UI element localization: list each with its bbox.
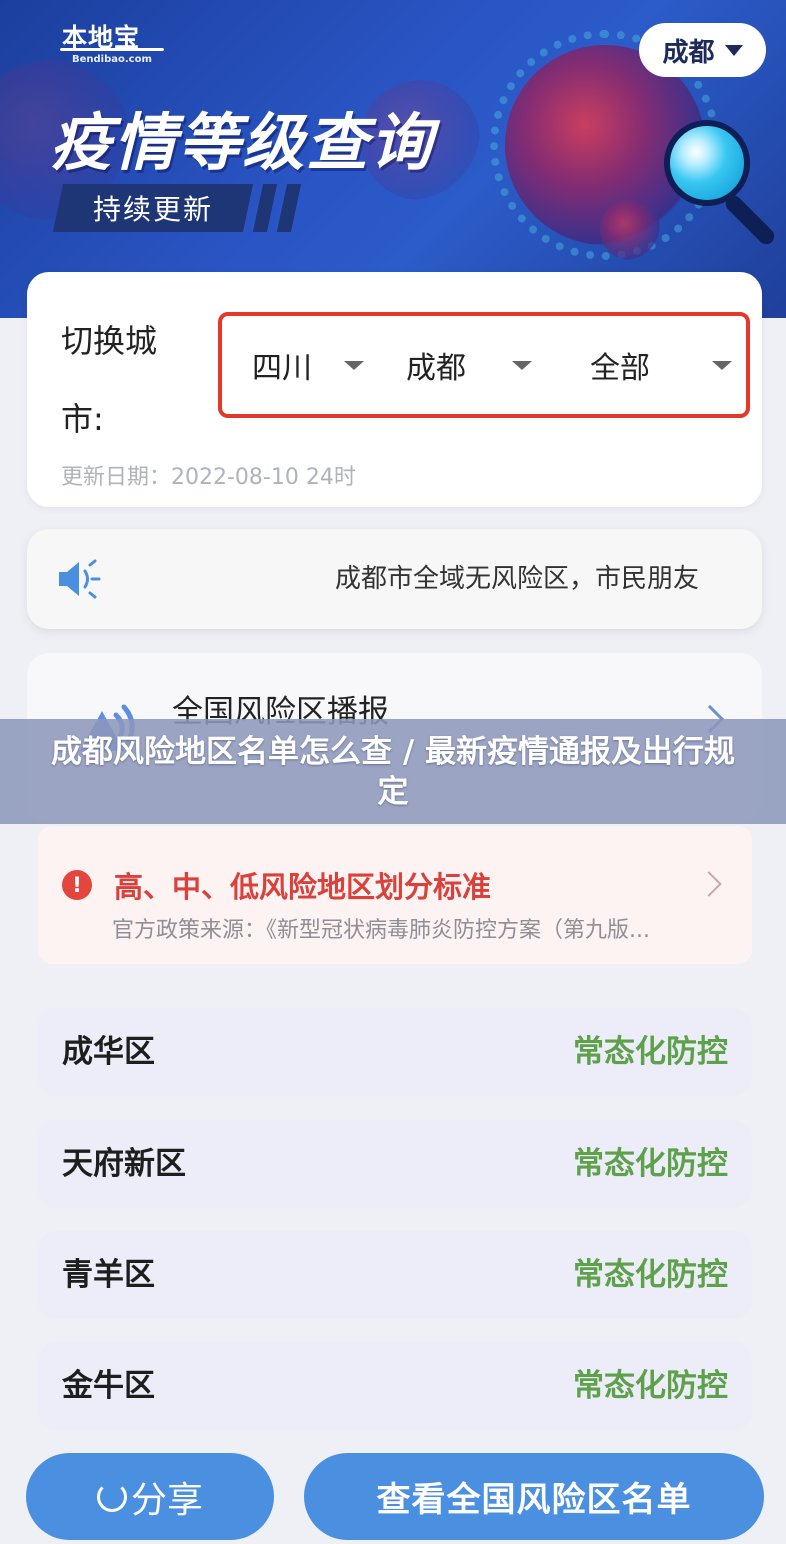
notice-text: 成都市全域无风险区，市民朋友 [335, 564, 700, 594]
stripe-decoration [252, 184, 278, 232]
logo-underline [60, 48, 164, 51]
district-name: 青羊区 [62, 1257, 155, 1293]
district-row[interactable]: 金牛区 常态化防控 [38, 1342, 752, 1430]
city-dropdown[interactable]: 成都 [406, 316, 536, 414]
district-value: 全部 [590, 351, 650, 386]
caret-down-icon [512, 360, 532, 370]
refresh-share-icon [96, 1481, 127, 1512]
subtitle-text: 持续更新 [92, 193, 213, 226]
caret-down-icon [712, 360, 732, 370]
chevron-right-icon [696, 871, 722, 897]
district-status: 常态化防控 [573, 1146, 728, 1182]
province-value: 四川 [252, 351, 312, 386]
header-banner: 本地宝 Bendibao.com 疫情等级查询 持续更新 成都 [0, 0, 786, 318]
risk-standard-card[interactable]: ! 高、中、低风险地区划分标准 官方政策来源：《新型冠状病毒肺炎防控方案（第九版… [38, 826, 752, 964]
share-label: 分享 [130, 1479, 203, 1521]
notice-marquee[interactable]: 成都市全域无风险区，市民朋友 [27, 529, 762, 629]
article-title: 成都风险地区名单怎么查 / 最新疫情通报及出行规定 [51, 733, 735, 810]
province-dropdown[interactable]: 四川 [252, 316, 372, 414]
article-title-overlay: 成都风险地区名单怎么查 / 最新疫情通报及出行规定 [0, 719, 786, 824]
district-row[interactable]: 青羊区 常态化防控 [38, 1231, 752, 1319]
alert-icon: ! [62, 870, 92, 900]
view-national-list-label: 查看全国风险区名单 [376, 1480, 692, 1520]
district-status: 常态化防控 [573, 1368, 728, 1404]
magnifier-icon [664, 120, 750, 206]
city-value: 成都 [406, 351, 466, 386]
page-title: 疫情等级查询 [50, 106, 435, 179]
city-selector-card: 切换城市: 四川 成都 全部 更新日期：2022-08-10 24时 [27, 272, 762, 507]
caret-down-icon [724, 44, 743, 56]
update-date: 更新日期：2022-08-10 24时 [61, 465, 356, 490]
virus-decoration [600, 200, 660, 260]
policy-source: 官方政策来源：《新型冠状病毒肺炎防控方案（第九版... [112, 918, 650, 943]
district-name: 成华区 [62, 1034, 155, 1070]
district-name: 金牛区 [62, 1368, 155, 1404]
district-status: 常态化防控 [573, 1257, 728, 1293]
switch-city-label: 切换城市: [61, 322, 158, 438]
city-pill-label: 成都 [662, 37, 715, 68]
district-row[interactable]: 成华区 常态化防控 [38, 1008, 752, 1096]
subtitle-tag: 持续更新 [52, 184, 254, 232]
magnifier-handle-icon [722, 192, 778, 248]
district-status: 常态化防控 [573, 1034, 728, 1070]
district-row[interactable]: 天府新区 常态化防控 [38, 1120, 752, 1208]
view-national-list-button[interactable]: 查看全国风险区名单 [304, 1453, 764, 1540]
region-selector-box: 四川 成都 全部 [218, 312, 750, 418]
speaker-icon [59, 559, 101, 599]
logo-subtext: Bendibao.com [72, 54, 152, 65]
risk-standard-title: 高、中、低风险地区划分标准 [114, 870, 492, 904]
caret-down-icon [344, 360, 364, 370]
district-name: 天府新区 [62, 1146, 186, 1182]
district-dropdown[interactable]: 全部 [590, 316, 750, 414]
share-button[interactable]: 分享 [26, 1453, 274, 1540]
city-switch-button[interactable]: 成都 [639, 23, 766, 77]
stripe-decoration [276, 184, 302, 232]
